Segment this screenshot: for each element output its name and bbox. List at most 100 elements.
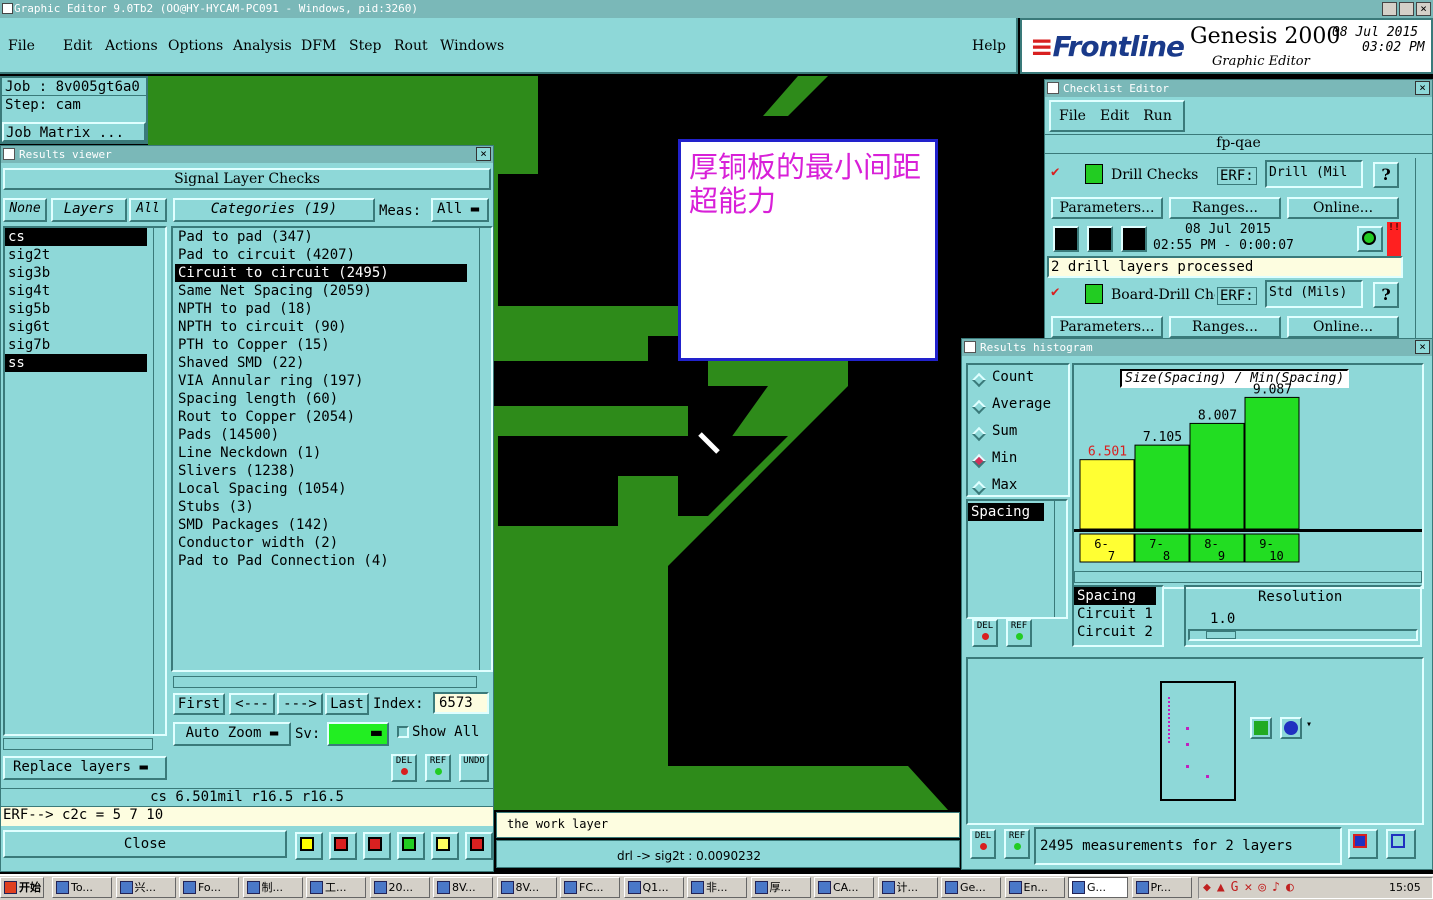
board-preview[interactable] [1160, 681, 1236, 801]
drill-help-button[interactable]: ? [1373, 162, 1399, 188]
hist-del-button[interactable]: DEL [972, 619, 998, 647]
hist-del2-button[interactable]: DEL [970, 829, 996, 859]
histogram-icon[interactable] [465, 832, 493, 860]
taskbar-item[interactable]: 8V... [433, 877, 493, 898]
taskbar-item[interactable]: Fo... [179, 877, 239, 898]
radio-count[interactable] [971, 372, 987, 388]
layer-item-sig2t[interactable]: sig2t [5, 246, 147, 264]
meas-select[interactable]: All ▬ [431, 198, 489, 222]
category-item[interactable]: Same Net Spacing (2059) [175, 282, 467, 300]
attribute-item[interactable]: Spacing [1074, 587, 1156, 605]
auto-zoom-select[interactable]: Auto Zoom ▬ [173, 722, 291, 746]
category-item[interactable]: Rout to Copper (2054) [175, 408, 467, 426]
prev-button[interactable]: <--- [229, 693, 275, 715]
drill-online-button[interactable]: Online... [1287, 197, 1399, 219]
layers-none-button[interactable]: None [3, 198, 47, 222]
histogram-plot[interactable]: 6.5016-77.1057-88.0078-99.0879-10 [1074, 365, 1422, 587]
checklist-menu-edit[interactable]: Edit [1100, 108, 1129, 124]
taskbar-item[interactable]: To... [52, 877, 112, 898]
checklist-close-icon[interactable]: × [1415, 81, 1430, 95]
category-item[interactable]: PTH to Copper (15) [175, 336, 467, 354]
menu-dfm[interactable]: DFM [301, 38, 336, 54]
radio-min[interactable] [971, 453, 987, 469]
chevron-down-icon[interactable]: ▾ [1306, 719, 1312, 730]
export-icon[interactable] [1348, 829, 1378, 859]
resolution-slider[interactable] [1188, 629, 1418, 641]
drill-erf-field[interactable]: Drill (Mil [1265, 160, 1363, 188]
index-input[interactable]: 6573 [433, 692, 489, 714]
board-erf-field[interactable]: Std (Mils) [1265, 280, 1363, 308]
layer-item-cs[interactable]: cs [5, 228, 147, 246]
board-help-button[interactable]: ? [1373, 282, 1399, 308]
menu-rout[interactable]: Rout [394, 38, 428, 54]
layout-icon[interactable] [1386, 829, 1416, 859]
refresh-icon[interactable] [1250, 717, 1272, 739]
menu-windows[interactable]: Windows [440, 38, 504, 54]
categories-scrollbar[interactable] [479, 228, 491, 670]
layers-scrollbar[interactable] [153, 228, 165, 734]
results-viewer-close-icon[interactable]: × [476, 147, 491, 161]
checklist-scrollbar[interactable] [1415, 158, 1427, 338]
menu-actions[interactable]: Actions [105, 38, 158, 54]
taskbar-item[interactable]: 8V... [496, 877, 557, 898]
histogram-bar[interactable] [1189, 422, 1245, 530]
menu-analysis[interactable]: Analysis [233, 38, 292, 54]
taskbar-item[interactable]: 兴... [115, 877, 176, 898]
last-button[interactable]: Last [325, 693, 369, 715]
zoom-icon[interactable] [1357, 226, 1383, 252]
run-icon[interactable] [1053, 226, 1079, 252]
category-item[interactable]: Stubs (3) [175, 498, 467, 516]
menu-file[interactable]: File [8, 38, 35, 54]
menu-edit[interactable]: Edit [63, 38, 92, 54]
layers-list[interactable]: cs sig2t sig3b sig4t sig5b sig6t sig7b ss [3, 226, 167, 736]
replace-layers-select[interactable]: Replace layers ▬ [3, 756, 167, 780]
drill-parameters-button[interactable]: Parameters... [1051, 197, 1163, 219]
start-button[interactable]: 开始 [0, 877, 44, 898]
categories-hscrollbar[interactable] [173, 676, 477, 688]
highlight-icon[interactable] [295, 832, 323, 860]
category-item[interactable]: NPTH to pad (18) [175, 300, 467, 318]
sv-select[interactable]: ▬ [327, 722, 389, 746]
taskbar-item[interactable]: Pr... [1131, 877, 1192, 898]
board-online-button[interactable]: Online... [1287, 316, 1399, 338]
maximize-button[interactable] [1399, 2, 1414, 16]
hist-ref2-button[interactable]: REF [1004, 829, 1030, 859]
menu-help[interactable]: Help [972, 38, 1006, 54]
help-icon[interactable] [1280, 717, 1302, 739]
menu-step[interactable]: Step [349, 38, 381, 54]
taskbar-item[interactable]: 20... [369, 877, 430, 898]
attribute-item[interactable]: Circuit 2 [1074, 623, 1162, 641]
undo-button[interactable]: UNDO [459, 754, 489, 782]
job-matrix-button[interactable]: Job Matrix ... [2, 122, 146, 142]
layer-item-sig5b[interactable]: sig5b [5, 300, 147, 318]
radio-average[interactable] [971, 399, 987, 415]
taskbar-item[interactable]: 制... [242, 877, 303, 898]
board-parameters-button[interactable]: Parameters... [1051, 316, 1163, 338]
run-all-icon[interactable] [1087, 226, 1113, 252]
checklist-menu-run[interactable]: Run [1143, 108, 1172, 124]
layer-item-sig3b[interactable]: sig3b [5, 264, 147, 282]
taskbar-item[interactable]: CA... [814, 877, 874, 898]
annotation-box[interactable]: 厚铜板的最小间距超能力 [678, 139, 938, 361]
category-item[interactable]: Conductor width (2) [175, 534, 467, 552]
snapshot-icon[interactable] [329, 832, 357, 860]
next-button[interactable]: ---> [277, 693, 323, 715]
category-item[interactable]: VIA Annular ring (197) [175, 372, 467, 390]
first-button[interactable]: First [173, 693, 225, 715]
layer-item-sig4t[interactable]: sig4t [5, 282, 147, 300]
category-item[interactable]: Slivers (1238) [175, 462, 467, 480]
taskbar-item[interactable]: FC... [560, 877, 620, 898]
taskbar-item[interactable]: Ge... [941, 877, 1001, 898]
categories-list[interactable]: Pad to pad (347) Pad to circuit (4207) Cir… [171, 226, 493, 672]
minimize-button[interactable] [1382, 2, 1397, 16]
category-item[interactable]: Pads (14500) [175, 426, 467, 444]
menu-options[interactable]: Options [168, 38, 223, 54]
spacing-list-scrollbar[interactable] [1054, 501, 1066, 617]
histogram-close-icon[interactable]: × [1415, 340, 1430, 354]
report-icon[interactable] [431, 832, 459, 860]
hist-ref-button[interactable]: REF [1006, 619, 1032, 647]
spacing-list-item[interactable]: Spacing [968, 503, 1044, 521]
checklist-menu-file[interactable]: File [1059, 108, 1086, 124]
histogram-bar[interactable] [1244, 396, 1300, 530]
category-item[interactable]: Circuit to circuit (2495) [175, 264, 467, 282]
